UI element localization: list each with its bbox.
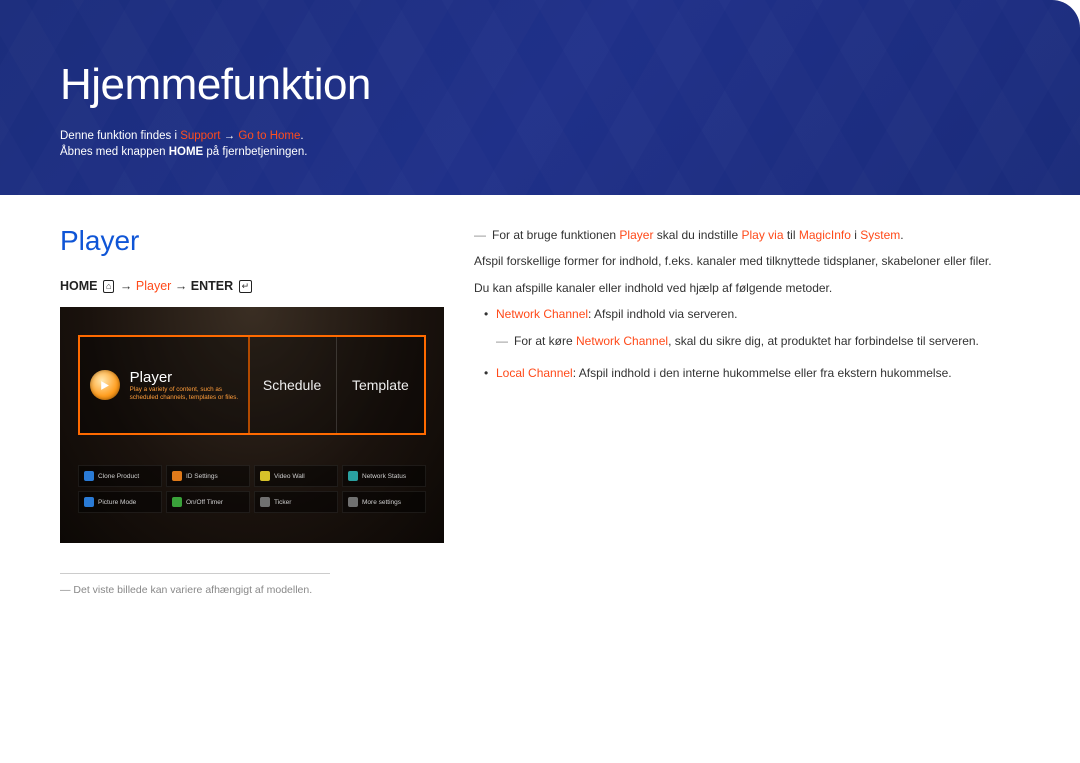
left-column: Player HOME ⌂ → Player → ENTER ↵ Player … (60, 225, 444, 596)
tile-schedule: Schedule (248, 337, 336, 433)
grid-ticker: Ticker (254, 491, 338, 513)
method-list: Network Channel: Afspil indhold via serv… (474, 304, 1020, 324)
method-list-2: Local Channel: Afspil indhold i den inte… (474, 363, 1020, 383)
section-title: Player (60, 225, 444, 257)
tile-player-label: Player (130, 369, 239, 386)
play-icon (90, 370, 120, 400)
grid-video-wall: Video Wall (254, 465, 338, 487)
button-grid: Clone Product ID Settings Video Wall Net… (78, 465, 426, 513)
dash-icon: ― (474, 225, 486, 245)
enter-icon: ↵ (239, 280, 253, 293)
chapter-header: Hjemmefunktion Denne funktion findes i S… (0, 0, 1080, 195)
home-icon: ⌂ (103, 280, 114, 293)
tile-row: Player Play a variety of content, such a… (78, 335, 426, 435)
grid-picture-mode: Picture Mode (78, 491, 162, 513)
dash-icon: ― (496, 331, 508, 351)
top-note: ― For at bruge funktionen Player skal du… (474, 225, 1020, 251)
header-subline-1: Denne funktion findes i Support → Go to … (60, 130, 1020, 142)
bullet-network-channel: Network Channel: Afspil indhold via serv… (474, 304, 1020, 324)
tile-player: Player Play a variety of content, such a… (78, 335, 250, 435)
content-area: Player HOME ⌂ → Player → ENTER ↵ Player … (0, 195, 1080, 616)
network-channel-subnote: ― For at køre Network Channel, skal du s… (474, 331, 1020, 357)
image-footnote: ― Det viste billede kan variere afhængig… (60, 573, 330, 596)
paragraph-1: Afspil forskellige former for indhold, f… (474, 251, 1020, 271)
chapter-title: Hjemmefunktion (60, 60, 1020, 110)
tile-template: Template (337, 337, 424, 433)
grid-more-settings: More settings (342, 491, 426, 513)
grid-network-status: Network Status (342, 465, 426, 487)
grid-onoff-timer: On/Off Timer (166, 491, 250, 513)
bullet-local-channel: Local Channel: Afspil indhold i den inte… (474, 363, 1020, 383)
grid-id-settings: ID Settings (166, 465, 250, 487)
grid-clone-product: Clone Product (78, 465, 162, 487)
header-subline-2: Åbnes med knappen HOME på fjernbetjening… (60, 146, 1020, 158)
tile-player-desc: Play a variety of content, such as sched… (130, 386, 239, 402)
menu-path: HOME ⌂ → Player → ENTER ↵ (60, 279, 444, 293)
tv-screenshot: Player Play a variety of content, such a… (60, 307, 444, 543)
right-column: ― For at bruge funktionen Player skal du… (474, 225, 1020, 596)
paragraph-2: Du kan afspille kanaler eller indhold ve… (474, 278, 1020, 298)
